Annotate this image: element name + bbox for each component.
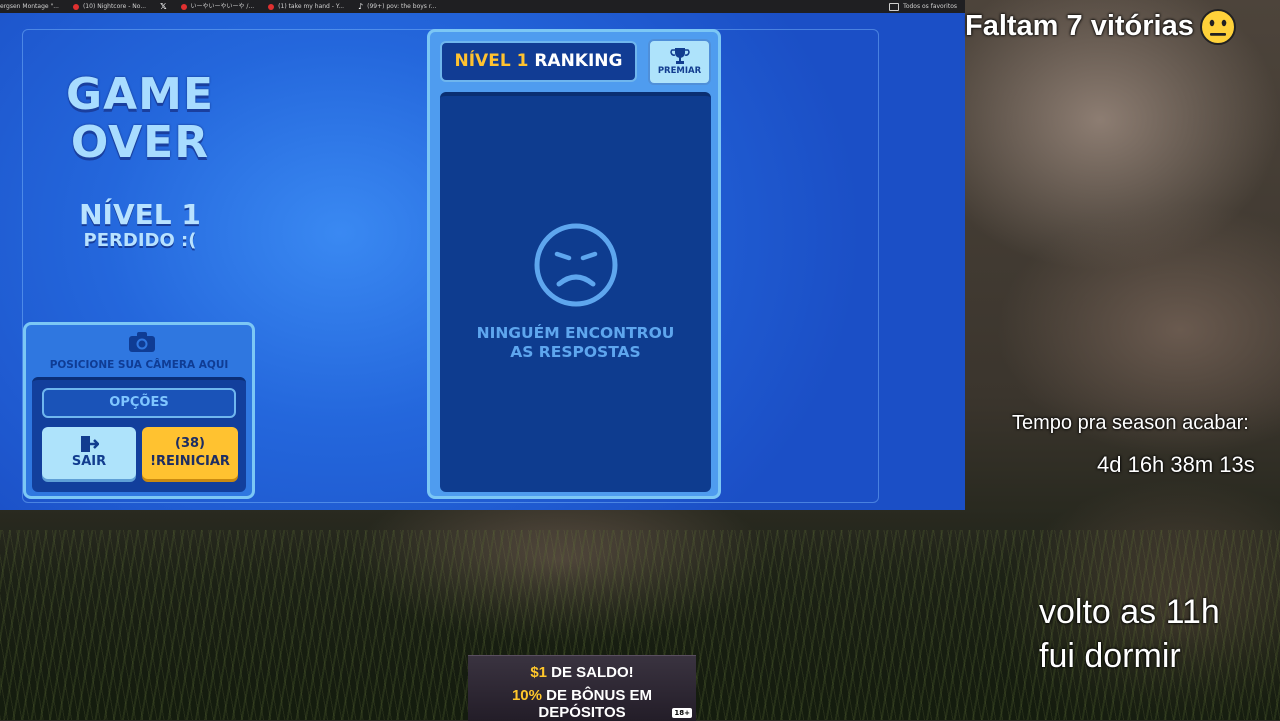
ad-line-1: $1 DE SALDO!: [468, 664, 696, 681]
restart-count: (38): [175, 436, 205, 451]
bookmark-label: (10) Nightcore - No...: [82, 3, 147, 10]
bookmark-label: (99+) pov: the boys r...: [367, 3, 437, 10]
bookmark-item[interactable]: 𝕏: [160, 0, 166, 13]
camera-panel: POSICIONE SUA CÂMERA AQUI OPÇÕES SAIR (3…: [23, 322, 255, 499]
bookmark-item[interactable]: ergsen Montage "...: [0, 0, 59, 13]
bookmark-label: いーやいーやいーや /...: [190, 3, 255, 10]
folder-icon: [889, 2, 900, 11]
away-note-line-2: fui dormir: [1039, 637, 1181, 675]
empty-message-line-2: AS RESPOSTAS: [510, 343, 641, 361]
season-countdown-label: Tempo pra season acabar:: [1012, 412, 1249, 434]
x-logo-icon: 𝕏: [160, 2, 167, 11]
bookmark-label: ergsen Montage "...: [0, 3, 59, 10]
bookmark-item[interactable]: いーやいーやいーや /...: [180, 0, 255, 13]
bookmark-item[interactable]: (1) take my hand - Y...: [268, 0, 344, 13]
ranking-label: RANKING: [534, 51, 623, 71]
ranking-level: NÍVEL 1: [454, 51, 529, 71]
ad-line-1-text: DE SALDO!: [547, 664, 634, 681]
ranking-panel: NÍVEL 1 RANKING PREMIAR NINGUÉM ENCONTRO…: [427, 29, 721, 499]
level-label: NÍVEL 1: [79, 198, 201, 231]
youtube-icon: [268, 3, 275, 10]
prize-button[interactable]: PREMIAR: [648, 39, 711, 85]
level-status: NÍVEL 1 PERDIDO :(: [40, 199, 240, 251]
exit-label: SAIR: [71, 454, 107, 469]
bookmarks-bar: ergsen Montage "... (10) Nightcore - No.…: [0, 0, 965, 13]
all-favorites-link[interactable]: Todos os favoritos: [889, 0, 965, 13]
bookmark-item[interactable]: (10) Nightcore - No...: [72, 0, 147, 13]
all-favorites-label: Todos os favoritos: [903, 3, 957, 10]
ad-line-2: 10% DE BÔNUS EM DEPÓSITOS: [468, 687, 696, 721]
restart-label: !REINICIAR: [150, 454, 230, 469]
lost-label: PERDIDO :(: [83, 230, 197, 251]
youtube-icon: [180, 3, 187, 10]
empty-ranking-message: NINGUÉM ENCONTROU AS RESPOSTAS: [440, 324, 711, 362]
away-note-line-1: volto as 11h: [1039, 593, 1220, 631]
exit-button[interactable]: SAIR: [42, 427, 136, 479]
ad-banner[interactable]: $1 DE SALDO! 10% DE BÔNUS EM DEPÓSITOS 1…: [468, 655, 696, 721]
trophy-icon: [669, 48, 690, 64]
game-over-title: GAME OVER: [40, 71, 240, 167]
camera-label: POSICIONE SUA CÂMERA AQUI: [49, 359, 229, 371]
tiktok-icon: ♪: [358, 2, 364, 11]
camera-icon: [129, 332, 155, 352]
sad-face-icon: [534, 223, 618, 307]
bookmark-item[interactable]: ♪ (99+) pov: the boys r...: [358, 0, 436, 13]
title-line-2: OVER: [70, 117, 210, 168]
ad-line-2-text: DE BÔNUS EM DEPÓSITOS: [538, 687, 653, 721]
ad-bonus-percent: 10%: [511, 687, 542, 704]
neutral-face-emoji-icon: [1199, 9, 1236, 46]
title-line-1: GAME: [65, 69, 214, 120]
ad-bonus-amount: $1: [530, 664, 547, 681]
away-note: volto as 11h fui dormir: [1039, 590, 1220, 678]
bookmark-label: (1) take my hand - Y...: [278, 3, 345, 10]
empty-message-line-1: NINGUÉM ENCONTROU: [476, 324, 675, 342]
ranking-tab[interactable]: NÍVEL 1 RANKING: [440, 41, 637, 82]
exit-door-icon: [81, 436, 99, 452]
game-screen: GAME OVER NÍVEL 1 PERDIDO :( POSICIONE S…: [0, 13, 965, 510]
age-rating-badge: 18+: [672, 708, 692, 718]
options-button[interactable]: OPÇÕES: [42, 388, 236, 418]
restart-button[interactable]: (38) !REINICIAR: [142, 427, 238, 479]
wins-remaining-text: Faltam 7 vitórias: [965, 10, 1194, 42]
wins-remaining-overlay: Faltam 7 vitórias: [965, 4, 1280, 48]
ranking-board: NINGUÉM ENCONTROU AS RESPOSTAS: [440, 92, 711, 492]
youtube-icon: [72, 3, 79, 10]
prize-label: PREMIAR: [657, 66, 702, 76]
season-countdown-time: 4d 16h 38m 13s: [1097, 452, 1255, 477]
menu-buttons: OPÇÕES SAIR (38) !REINICIAR: [32, 377, 246, 492]
